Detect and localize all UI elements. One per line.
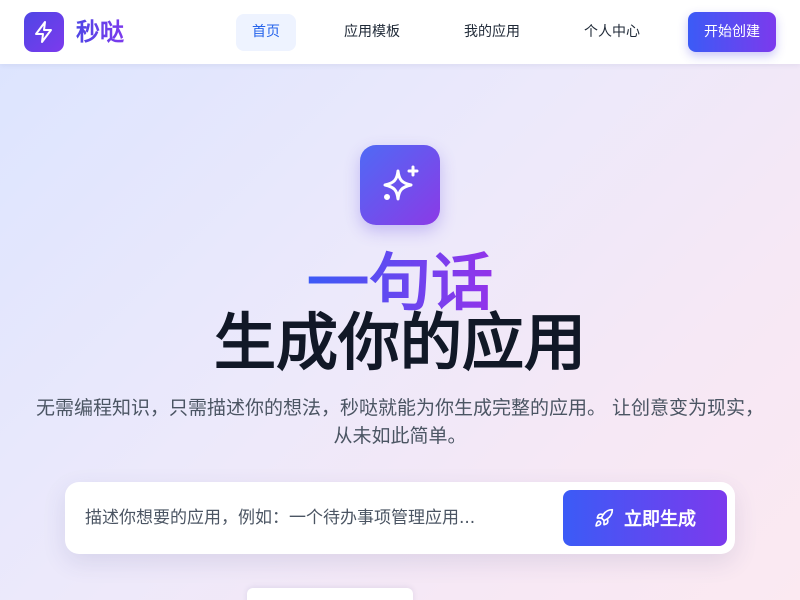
start-create-button[interactable]: 开始创建 xyxy=(688,12,776,52)
brand-name[interactable]: 秒哒 xyxy=(76,17,124,47)
generate-button[interactable]: 立即生成 xyxy=(563,490,727,546)
sparkles-icon xyxy=(383,165,419,201)
nav-item-profile[interactable]: 个人中心 xyxy=(576,14,648,51)
hero-icon xyxy=(360,145,440,225)
hero-title-line2: 生成你的应用 xyxy=(213,306,586,379)
hero-description: 无需编程知识，只需描述你的想法，秒哒就能为你生成完整的应用。 让创意变为现实，从… xyxy=(35,397,765,447)
top-navbar: 秒哒 首页 应用模板 我的应用 个人中心 开始创建 xyxy=(0,0,800,64)
app-prompt-box: 立即生成 xyxy=(65,482,735,554)
logo[interactable] xyxy=(24,12,64,52)
nav-item-templates[interactable]: 应用模板 xyxy=(336,14,408,51)
app-description-input[interactable] xyxy=(85,500,555,536)
nav-item-home[interactable]: 首页 xyxy=(236,14,296,51)
feature-card-peek xyxy=(247,588,413,600)
rocket-icon xyxy=(595,508,614,527)
lightning-icon xyxy=(35,21,52,43)
generate-button-label: 立即生成 xyxy=(624,509,696,530)
nav-item-my-apps[interactable]: 我的应用 xyxy=(456,14,528,51)
